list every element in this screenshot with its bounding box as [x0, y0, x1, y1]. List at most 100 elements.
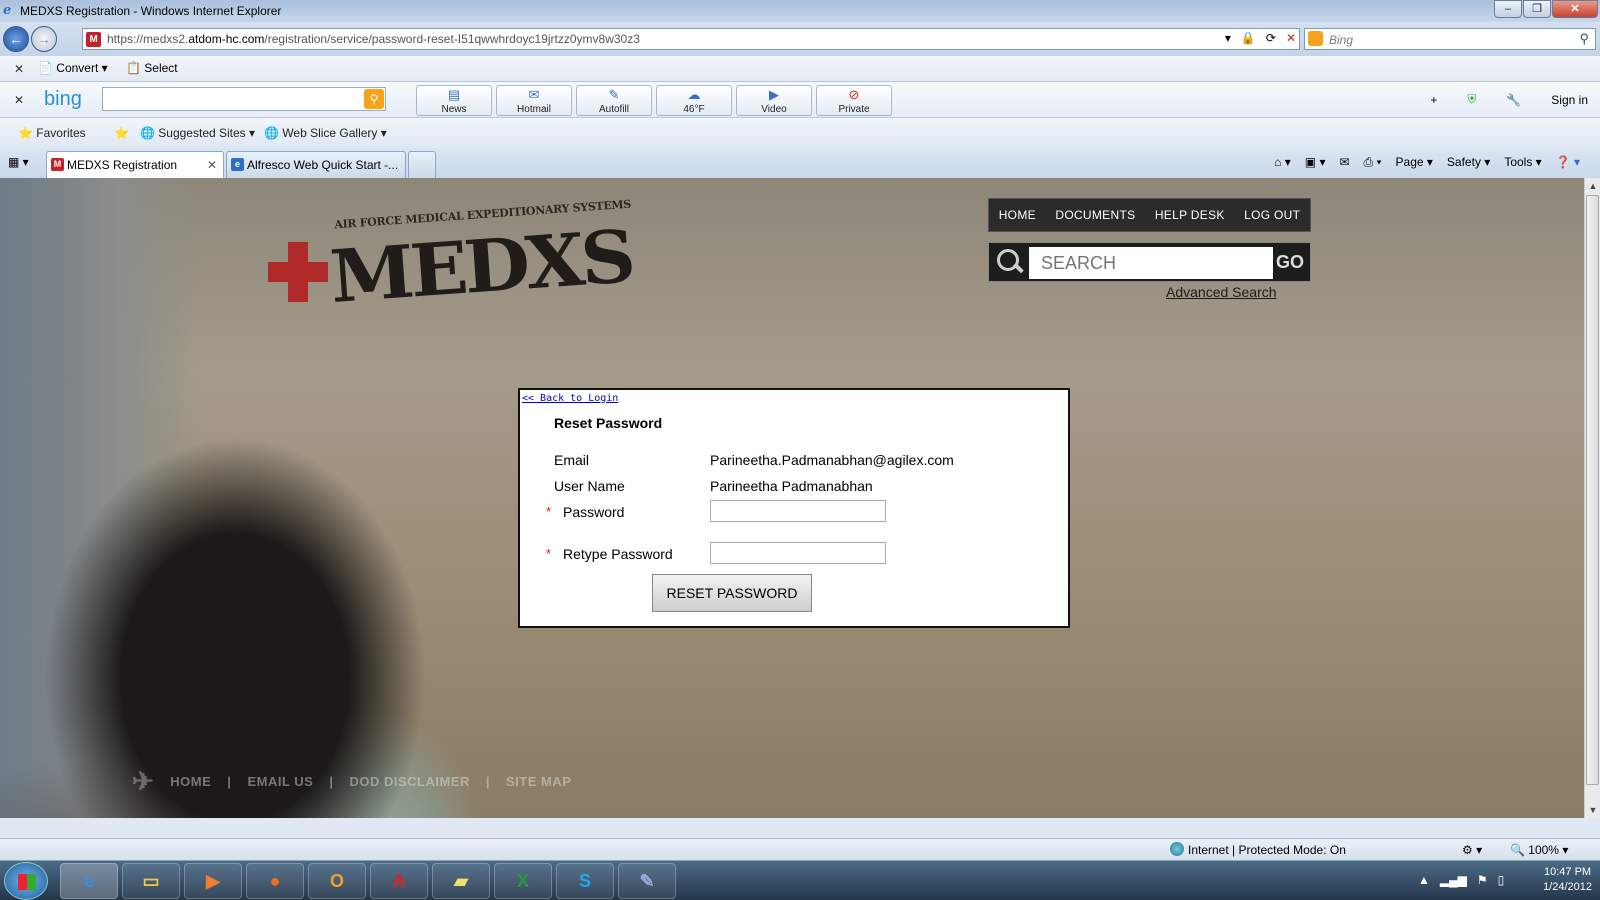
start-button[interactable] — [4, 862, 48, 900]
convert-button[interactable]: 📄 Convert ▾ — [38, 61, 108, 75]
zoom-level[interactable]: 🔍 100% ▾ — [1510, 843, 1568, 857]
home-icon[interactable]: ⌂ ▾ — [1274, 155, 1291, 170]
lock-icon[interactable]: 🔒 — [1241, 31, 1256, 45]
acrobat-taskbar-icon[interactable]: A — [370, 863, 428, 899]
news-button[interactable]: ▤ News — [416, 85, 492, 116]
excel-taskbar-icon[interactable]: X — [494, 863, 552, 899]
mail-icon[interactable]: ✉ — [1339, 155, 1349, 170]
select-button[interactable]: 📋 Select — [126, 61, 178, 75]
retype-password-label: Retype Password — [563, 546, 673, 562]
skype-taskbar-icon[interactable]: S — [556, 863, 614, 899]
battery-icon[interactable]: ▯ — [1498, 873, 1505, 887]
footer-divider: | — [329, 774, 334, 789]
medxs-favicon: M — [51, 158, 64, 171]
news-icon: ▤ — [447, 87, 461, 102]
scroll-up-icon[interactable]: ▲ — [1585, 178, 1600, 194]
dropdown-icon[interactable]: ▾ — [1225, 31, 1231, 45]
tools-menu[interactable]: Tools ▾ — [1504, 155, 1541, 170]
back-button[interactable]: ← — [3, 26, 29, 52]
search-go-button[interactable]: GO — [1276, 252, 1304, 273]
footer-disclaimer-link[interactable]: DOD DISCLAIMER — [349, 774, 469, 789]
close-bing-bar-icon[interactable]: ✕ — [14, 93, 24, 107]
nav-documents[interactable]: DOCUMENTS — [1055, 208, 1135, 222]
url-text[interactable]: https://medxs2.atdom-hc.com/registration… — [107, 32, 640, 46]
nav-help-desk[interactable]: HELP DESK — [1155, 208, 1225, 222]
add-favorite-icon[interactable]: ⭐ — [114, 126, 129, 140]
reset-password-button[interactable]: RESET PASSWORD — [652, 574, 812, 612]
footer-home-link[interactable]: HOME — [170, 774, 211, 789]
feeds-icon[interactable]: ▣ ▾ — [1305, 155, 1326, 170]
hotmail-button[interactable]: ✉ Hotmail — [496, 85, 572, 116]
vertical-scrollbar[interactable]: ▲ ▼ — [1584, 178, 1600, 818]
help-icon[interactable]: ❓ ▾ — [1556, 155, 1580, 170]
sign-in-link[interactable]: Sign in — [1551, 93, 1588, 107]
site-search-input[interactable] — [1029, 247, 1273, 279]
site-nav: HOME DOCUMENTS HELP DESK LOG OUT — [988, 198, 1311, 232]
refresh-icon[interactable]: ⟳ — [1266, 31, 1276, 45]
sticky-notes-taskbar-icon[interactable]: ▰ — [432, 863, 490, 899]
search-box[interactable]: Bing ⚲ — [1304, 28, 1596, 50]
footer-sitemap-link[interactable]: SITE MAP — [506, 774, 571, 789]
ie-taskbar-icon[interactable]: e — [60, 863, 118, 899]
clock[interactable]: 10:47 PM 1/24/2012 — [1543, 865, 1592, 895]
network-icon[interactable]: ▂▄▆ — [1440, 873, 1467, 887]
advanced-search-link[interactable]: Advanced Search — [1166, 284, 1277, 300]
video-button[interactable]: ▶ Video — [736, 85, 812, 116]
firefox-taskbar-icon[interactable]: ● — [246, 863, 304, 899]
form-title: Reset Password — [554, 415, 663, 431]
search-icon[interactable]: ⚲ — [1579, 31, 1589, 47]
show-hidden-icons[interactable]: ▲ — [1418, 873, 1430, 887]
clock-date: 1/24/2012 — [1543, 881, 1592, 893]
tab-alfresco[interactable]: e Alfresco Web Quick Start -... — [226, 151, 406, 178]
quick-tabs-icon[interactable]: ▦ ▾ — [8, 155, 29, 169]
nav-log-out[interactable]: LOG OUT — [1244, 208, 1300, 222]
retype-password-field[interactable] — [710, 542, 886, 564]
favorites-button[interactable]: ⭐ Favorites — [18, 126, 86, 140]
footer-divider: | — [227, 774, 232, 789]
bing-logo: bing — [44, 88, 82, 110]
page-menu[interactable]: Page ▾ — [1396, 155, 1433, 170]
close-window-button[interactable]: ✕ — [1552, 0, 1598, 18]
cloud-icon: ☁ — [687, 87, 701, 102]
stop-icon[interactable]: ✕ — [1286, 31, 1296, 45]
weather-button[interactable]: ☁ 46°F — [656, 85, 732, 116]
outlook-taskbar-icon[interactable]: O — [308, 863, 366, 899]
favorites-bar: ⭐ Favorites ⭐ 🌐 Suggested Sites ▾ 🌐 Web … — [0, 118, 1600, 148]
close-toolbar-icon[interactable]: ✕ — [14, 62, 24, 76]
private-button[interactable]: ⊘ Private — [816, 85, 892, 116]
bing-search-input[interactable] — [102, 87, 386, 111]
add-icon[interactable]: + — [1430, 93, 1437, 107]
print-icon[interactable]: ⎙ ▾ — [1364, 155, 1382, 170]
protected-mode-icon[interactable]: ⚙ ▾ — [1462, 843, 1482, 857]
forward-button[interactable]: → — [31, 26, 57, 52]
media-player-taskbar-icon[interactable]: ▶ — [184, 863, 242, 899]
new-tab-button[interactable] — [408, 151, 436, 178]
back-to-login-link[interactable]: << Back to Login — [522, 393, 618, 404]
web-slice-gallery[interactable]: 🌐 Web Slice Gallery ▾ — [264, 126, 387, 140]
safety-menu[interactable]: Safety ▾ — [1447, 155, 1490, 170]
ie-page-icon: e — [231, 158, 244, 171]
close-tab-icon[interactable]: ✕ — [207, 158, 217, 172]
flag-icon[interactable]: ⚑ — [1477, 873, 1488, 887]
autofill-button[interactable]: ✎ Autofill — [576, 85, 652, 116]
bing-search-button[interactable]: ⚲ — [364, 89, 384, 109]
address-bar[interactable]: M https://medxs2.atdom-hc.com/registrati… — [82, 28, 1300, 50]
username-label: User Name — [554, 478, 625, 494]
notepad-taskbar-icon[interactable]: ✎ — [618, 863, 676, 899]
footer-email-link[interactable]: EMAIL US — [247, 774, 313, 789]
shield-icon[interactable]: ⛨ — [1467, 92, 1476, 107]
minimize-button[interactable]: – — [1494, 0, 1522, 18]
scroll-thumb[interactable] — [1586, 195, 1599, 785]
maximize-button[interactable]: ❐ — [1523, 0, 1551, 18]
explorer-taskbar-icon[interactable]: ▭ — [122, 863, 180, 899]
bing-toolbar: ✕ bing ⚲ ▤ News ✉ Hotmail ✎ Autofill ☁ 46°F … — [0, 82, 1600, 118]
suggested-sites[interactable]: 🌐 Suggested Sites ▾ — [140, 126, 255, 140]
email-label: Email — [554, 452, 590, 468]
wrench-icon[interactable]: 🔧 — [1506, 93, 1521, 107]
security-zone[interactable]: Internet | Protected Mode: On — [1188, 843, 1346, 857]
password-field[interactable] — [710, 500, 886, 522]
pencil-icon: ✎ — [608, 87, 620, 102]
nav-home[interactable]: HOME — [999, 208, 1036, 222]
scroll-down-icon[interactable]: ▼ — [1585, 802, 1600, 818]
tab-medxs-registration[interactable]: M MEDXS Registration ✕ — [46, 151, 224, 178]
